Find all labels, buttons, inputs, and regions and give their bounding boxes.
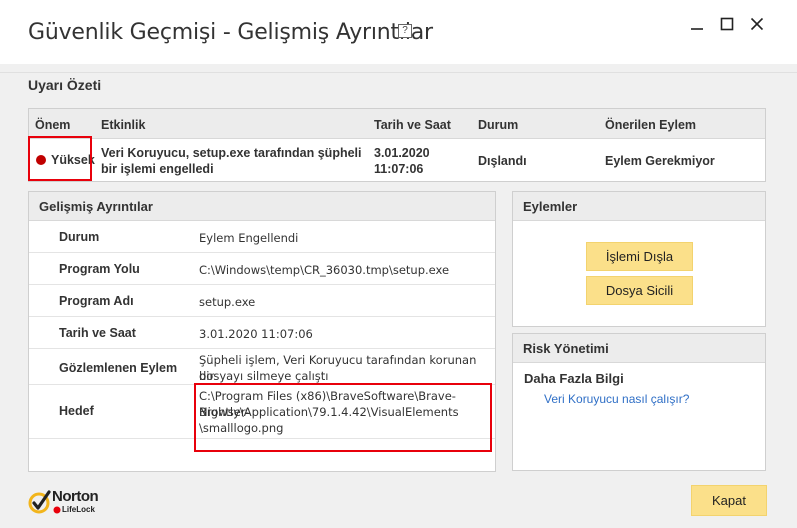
detail-key-status: Durum: [59, 230, 100, 244]
actions-header: Eylemler: [513, 192, 765, 221]
advanced-details-header: Gelişmiş Ayrıntılar: [29, 192, 495, 221]
minimize-icon: [691, 28, 703, 30]
minimize-button[interactable]: [682, 14, 712, 34]
detail-value-observed-action-line-2: dosyayı silmeye çalıştı: [199, 369, 329, 383]
norton-brand-text: Norton: [52, 488, 99, 505]
lifelock-brand-text: LifeLock: [62, 505, 95, 514]
exclude-process-button[interactable]: İşlemi Dışla: [586, 242, 693, 271]
detail-row-program-path: Program Yolu C:\Windows\temp\CR_36030.tm…: [29, 253, 495, 285]
date-line-2: 11:07:06: [374, 162, 424, 176]
detail-value-program-path: C:\Windows\temp\CR_36030.tmp\setup.exe: [199, 263, 450, 277]
detail-key-program-path: Program Yolu: [59, 262, 140, 276]
risk-management-panel: Risk Yönetimi Daha Fazla Bilgi Veri Koru…: [512, 333, 766, 471]
window-title: Güvenlik Geçmişi - Gelişmiş Ayrıntılar: [28, 20, 433, 45]
detail-key-observed-action: Gözlemlenen Eylem: [59, 361, 178, 375]
column-header-recommended: Önerilen Eylem: [605, 118, 697, 132]
actions-title: Eylemler: [523, 199, 578, 214]
detail-value-status: Eylem Engellendi: [199, 231, 299, 245]
detail-key-target: Hedef: [59, 404, 94, 418]
summary-section-title: Uyarı Özeti: [28, 77, 102, 93]
lifelock-dot-icon: [53, 506, 61, 514]
detail-row-observed-action: Gözlemlenen Eylem Şüpheli işlem, Veri Ko…: [29, 349, 495, 385]
norton-checkmark-icon: [28, 490, 51, 514]
how-data-protector-works-link[interactable]: Veri Koruyucu nasıl çalışır?: [544, 392, 689, 406]
maximize-button[interactable]: [712, 14, 742, 34]
detail-row-program-name: Program Adı setup.exe: [29, 285, 495, 317]
norton-logo: Norton LifeLock: [28, 488, 118, 516]
severity-highlight-box: [28, 136, 92, 181]
maximize-icon: [720, 17, 734, 31]
status-value: Dışlandı: [478, 154, 527, 168]
target-highlight-box: [194, 383, 492, 452]
detail-row-status: Durum Eylem Engellendi: [29, 221, 495, 253]
column-header-status: Durum: [478, 118, 519, 132]
title-bar: Güvenlik Geçmişi - Gelişmiş Ayrıntılar ?: [0, 0, 797, 64]
recommended-action-value: Eylem Gerekmiyor: [605, 154, 715, 168]
column-header-activity: Etkinlik: [101, 118, 146, 132]
more-info-heading: Daha Fazla Bilgi: [524, 371, 624, 386]
detail-key-program-name: Program Adı: [59, 294, 134, 308]
risk-management-header: Risk Yönetimi: [513, 334, 765, 363]
close-icon: [750, 17, 764, 31]
title-separator: [0, 72, 797, 73]
close-button[interactable]: Kapat: [691, 485, 767, 516]
detail-value-program-name: setup.exe: [199, 295, 256, 309]
detail-row-date: Tarih ve Saat 3.01.2020 11:07:06: [29, 317, 495, 349]
date-line-1: 3.01.2020: [374, 146, 430, 160]
file-record-button[interactable]: Dosya Sicili: [586, 276, 693, 305]
column-header-severity: Önem: [35, 118, 71, 132]
summary-table-header: Önem Etkinlik Tarih ve Saat Durum Öneril…: [29, 109, 765, 139]
activity-line-2: bir işlemi engelledi: [101, 162, 214, 176]
alert-summary-table: Önem Etkinlik Tarih ve Saat Durum Öneril…: [28, 108, 766, 182]
advanced-details-title: Gelişmiş Ayrıntılar: [39, 199, 153, 214]
help-icon[interactable]: ?: [398, 24, 412, 38]
detail-key-date: Tarih ve Saat: [59, 326, 136, 340]
detail-value-date: 3.01.2020 11:07:06: [199, 327, 313, 341]
activity-line-1: Veri Koruyucu, setup.exe tarafından şüph…: [101, 146, 362, 160]
risk-management-title: Risk Yönetimi: [523, 341, 609, 356]
actions-panel: Eylemler İşlemi Dışla Dosya Sicili: [512, 191, 766, 327]
column-header-date: Tarih ve Saat: [374, 118, 451, 132]
window-close-button[interactable]: [742, 14, 772, 34]
